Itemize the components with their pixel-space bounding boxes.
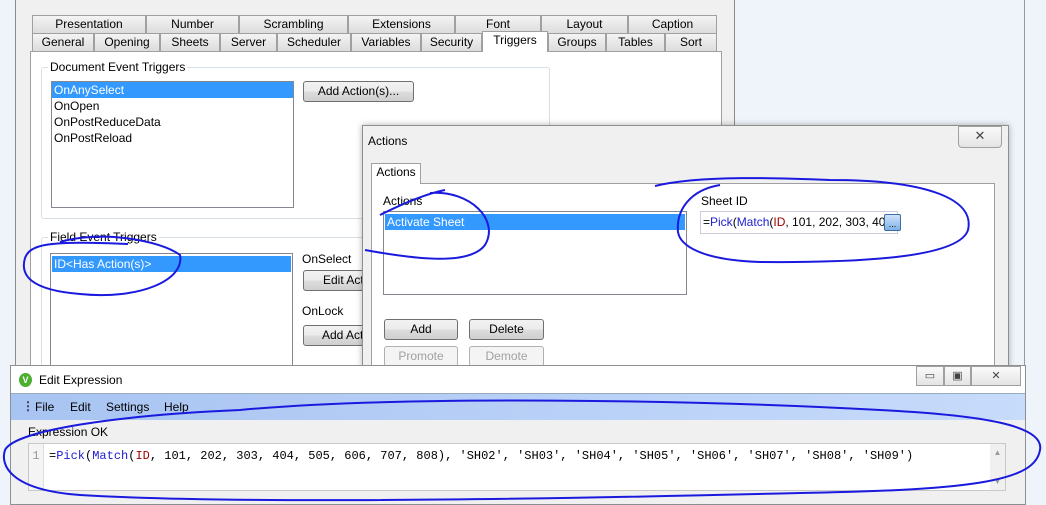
annotation-overlay: [3, 177, 1042, 502]
annotation-circle: [364, 189, 490, 260]
annotation-circle: [22, 235, 182, 296]
annotation-circle: [654, 177, 970, 264]
tab-triggers[interactable]: Triggers: [482, 31, 548, 52]
annotation-circle: [3, 399, 1042, 502]
tab-actions[interactable]: Actions: [371, 163, 421, 184]
